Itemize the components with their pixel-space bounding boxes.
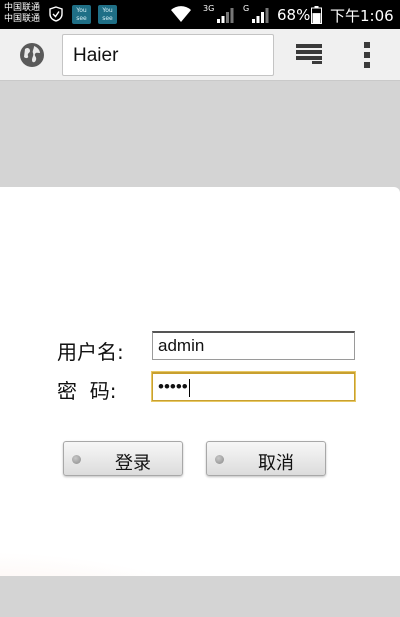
page-bottom-area: [0, 576, 400, 617]
battery-percent: 68%: [277, 6, 311, 24]
carrier-label-2: 中国联通: [4, 14, 41, 24]
text-caret: [188, 378, 190, 397]
login-button-label: 登录: [115, 453, 151, 474]
url-text: Haier: [73, 45, 119, 66]
overflow-menu-icon[interactable]: [363, 41, 371, 69]
app-icon: You see: [72, 5, 91, 24]
globe-icon[interactable]: [19, 42, 45, 68]
password-label: 密 码:: [57, 379, 117, 403]
signal-icon: [252, 8, 269, 23]
shield-icon: [49, 6, 63, 22]
url-field[interactable]: Haier: [62, 34, 274, 76]
carrier-labels: 中国联通 中国联通: [4, 3, 40, 25]
clock: 下午1:06: [330, 7, 394, 25]
wifi-icon: [171, 6, 191, 22]
password-mask: •••••: [158, 377, 188, 396]
app-icon: You see: [98, 5, 117, 24]
cancel-button-label: 取消: [258, 453, 294, 474]
browser-toolbar: Haier: [0, 29, 400, 81]
tabs-icon[interactable]: [296, 43, 322, 65]
username-label: 用户名:: [57, 340, 124, 364]
status-bar: 中国联通 中国联通 You see You see 3G G 68% 下午1:0…: [0, 0, 400, 29]
signal-icon: [217, 8, 234, 23]
cancel-button[interactable]: 取消: [206, 441, 326, 476]
network-3g-label: 3G: [203, 4, 215, 13]
login-button[interactable]: 登录: [63, 441, 183, 476]
network-g-label: G: [243, 4, 250, 13]
password-input[interactable]: •••••: [152, 372, 355, 401]
carrier-label-1: 中国联通: [4, 3, 41, 13]
battery-icon: [311, 6, 322, 24]
username-input[interactable]: admin: [152, 331, 355, 360]
